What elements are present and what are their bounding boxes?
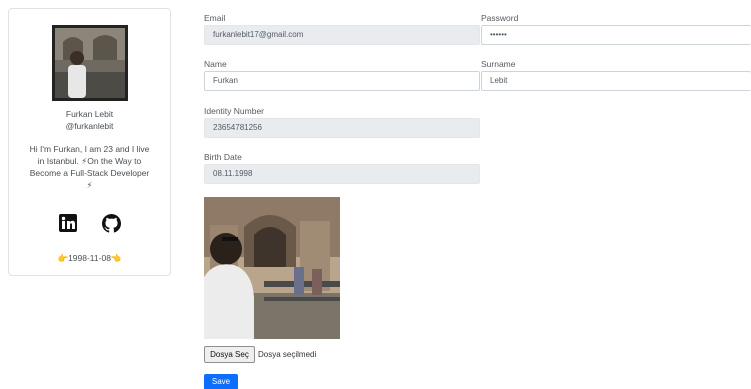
profile-page: Furkan Lebit @furkanlebit Hi I'm Furkan,… [0, 0, 751, 389]
profile-card: Furkan Lebit @furkanlebit Hi I'm Furkan,… [8, 8, 171, 276]
linkedin-icon[interactable] [59, 214, 77, 237]
birth-date-field[interactable]: 08.11.1998 [204, 164, 480, 184]
password-label: Password [481, 13, 519, 23]
name-label: Name [204, 59, 227, 69]
profile-bio-line-4: ⚡ [86, 180, 93, 190]
file-status-text: Dosya seçilmedi [258, 350, 317, 359]
email-field[interactable]: furkanlebit17@gmail.com [204, 25, 480, 45]
avatar [52, 25, 128, 101]
password-field[interactable]: •••••• [481, 25, 751, 45]
profile-name: Furkan Lebit [65, 109, 114, 119]
surname-label: Surname [481, 59, 516, 69]
email-label: Email [204, 13, 226, 23]
profile-username: @furkanlebit [65, 121, 114, 131]
github-icon[interactable] [102, 214, 121, 238]
name-field[interactable]: Furkan [204, 71, 480, 91]
identity-number-label: Identity Number [204, 106, 264, 116]
profile-photo [204, 197, 340, 339]
save-button[interactable]: Save [204, 374, 238, 389]
surname-field[interactable]: Lebit [481, 71, 751, 91]
choose-file-button[interactable]: Dosya Seç [204, 346, 255, 363]
birth-date-label: Birth Date [204, 152, 242, 162]
profile-bio-line-3: Become a Full-Stack Developer [29, 168, 150, 178]
identity-number-field[interactable]: 23654781256 [204, 118, 480, 138]
avatar-photo [55, 28, 125, 98]
profile-bio-line-1: Hi I'm Furkan, I am 23 and I live [29, 144, 150, 154]
profile-birth-date: 👉1998-11-08👈 [57, 253, 122, 263]
social-links [9, 214, 170, 236]
profile-bio-line-2: in Istanbul. ⚡On the Way to [37, 156, 142, 166]
